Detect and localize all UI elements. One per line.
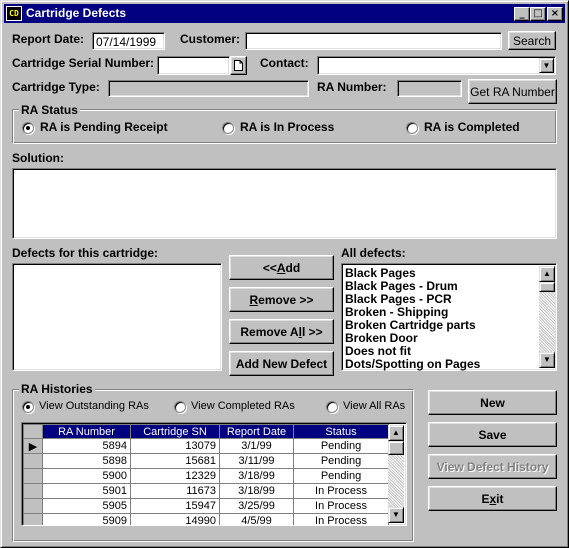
customer-label: Customer: bbox=[180, 32, 241, 46]
scroll-thumb[interactable] bbox=[388, 441, 404, 455]
radio-view-all[interactable] bbox=[326, 401, 338, 413]
row-selector[interactable] bbox=[23, 513, 43, 525]
all-defects-list[interactable]: Black Pages Black Pages - Drum Black Pag… bbox=[341, 263, 557, 371]
app-icon: CD bbox=[6, 6, 22, 21]
ra-history-scrollbar[interactable]: ▲ ▼ bbox=[388, 425, 404, 523]
document-icon bbox=[234, 60, 243, 71]
column-header[interactable]: RA Number bbox=[42, 424, 131, 439]
get-ra-number-button[interactable]: Get RA Number bbox=[468, 79, 557, 104]
scroll-down-icon[interactable]: ▼ bbox=[539, 352, 555, 368]
column-header[interactable]: Report Date bbox=[219, 424, 294, 439]
contact-label: Contact: bbox=[260, 56, 309, 70]
table-row[interactable]: 5901 11673 3/18/99 In Process bbox=[23, 483, 389, 499]
serial-field[interactable] bbox=[157, 56, 230, 75]
radio-in-process[interactable] bbox=[222, 122, 234, 134]
radio-completed[interactable] bbox=[406, 122, 418, 134]
table-row[interactable]: ▶ 5894 13079 3/1/99 Pending bbox=[23, 438, 389, 454]
report-date-field[interactable]: 07/14/1999 bbox=[92, 32, 165, 50]
radio-view-all-label[interactable]: View All RAs bbox=[343, 400, 405, 412]
serial-label: Cartridge Serial Number: bbox=[12, 56, 155, 70]
scroll-up-icon[interactable]: ▲ bbox=[388, 425, 404, 441]
ra-history-table: RA Number Cartridge SN Report Date Statu… bbox=[23, 424, 389, 525]
save-button[interactable]: Save bbox=[428, 422, 557, 447]
title-bar[interactable]: CD Cartridge Defects _ □ × bbox=[4, 4, 565, 23]
ra-number-label: RA Number: bbox=[317, 80, 387, 94]
table-row[interactable]: 5898 15681 3/11/99 Pending bbox=[23, 453, 389, 469]
new-button[interactable]: New bbox=[428, 390, 557, 415]
table-row[interactable]: 5909 14990 4/5/99 In Process bbox=[23, 513, 389, 525]
lookup-serial-button[interactable] bbox=[230, 56, 247, 75]
ra-histories-title: RA Histories bbox=[19, 382, 95, 396]
table-row[interactable]: 5900 12329 3/18/99 Pending bbox=[23, 468, 389, 484]
column-header[interactable]: Status bbox=[293, 424, 389, 439]
cartridge-defects-window: CD Cartridge Defects _ □ × Report Date: … bbox=[0, 0, 569, 548]
column-header[interactable]: Cartridge SN bbox=[130, 424, 220, 439]
view-defect-history-button[interactable]: View Defect History bbox=[428, 454, 557, 479]
add-new-defect-button[interactable]: Add New Defect bbox=[229, 351, 334, 376]
radio-pending-receipt-label[interactable]: RA is Pending Receipt bbox=[40, 120, 168, 134]
remove-all-defects-button[interactable]: Remove All >> bbox=[229, 319, 334, 344]
row-selector[interactable] bbox=[23, 483, 43, 499]
all-defects-scrollbar[interactable]: ▲ ▼ bbox=[539, 266, 555, 368]
radio-pending-receipt[interactable] bbox=[22, 122, 34, 134]
report-date-label: Report Date: bbox=[12, 32, 85, 46]
chevron-down-icon[interactable]: ▼ bbox=[539, 58, 554, 73]
row-pointer-icon[interactable]: ▶ bbox=[23, 438, 43, 454]
customer-field[interactable] bbox=[245, 32, 502, 50]
search-button[interactable]: Search bbox=[508, 31, 556, 50]
table-row[interactable]: 5905 15947 3/25/99 In Process bbox=[23, 498, 389, 514]
all-defects-label: All defects: bbox=[341, 246, 406, 260]
window-title: Cartridge Defects bbox=[26, 6, 127, 20]
minimize-button[interactable]: _ bbox=[514, 7, 530, 21]
row-selector-header bbox=[23, 424, 43, 439]
cartridge-type-field bbox=[108, 80, 309, 97]
row-selector[interactable] bbox=[23, 468, 43, 484]
current-defects-list[interactable] bbox=[12, 263, 222, 371]
maximize-button[interactable]: □ bbox=[530, 7, 546, 21]
solution-textarea[interactable] bbox=[12, 168, 557, 239]
radio-in-process-label[interactable]: RA is In Process bbox=[240, 120, 334, 134]
list-item[interactable]: Dots/Spotting on Pages bbox=[345, 358, 480, 371]
exit-button[interactable]: Ex it bbox=[428, 486, 557, 511]
ra-history-grid[interactable]: RA Number Cartridge SN Report Date Statu… bbox=[21, 422, 407, 526]
table-header-row: RA Number Cartridge SN Report Date Statu… bbox=[23, 424, 389, 439]
cartridge-type-label: Cartridge Type: bbox=[12, 80, 100, 94]
radio-view-completed-label[interactable]: View Completed RAs bbox=[191, 400, 295, 412]
radio-view-outstanding-label[interactable]: View Outstanding RAs bbox=[39, 400, 149, 412]
scroll-down-icon[interactable]: ▼ bbox=[388, 507, 404, 523]
radio-view-completed[interactable] bbox=[174, 401, 186, 413]
ra-status-title: RA Status bbox=[19, 103, 80, 117]
radio-view-outstanding[interactable] bbox=[22, 401, 34, 413]
row-selector[interactable] bbox=[23, 498, 43, 514]
radio-completed-label[interactable]: RA is Completed bbox=[424, 120, 520, 134]
current-defects-label: Defects for this cartridge: bbox=[12, 246, 159, 260]
row-selector[interactable] bbox=[23, 453, 43, 469]
remove-defect-button[interactable]: Remove >> bbox=[229, 287, 334, 312]
ra-number-field bbox=[397, 80, 462, 97]
add-defect-button[interactable]: << Add bbox=[229, 255, 334, 280]
report-date-value: 07/14/1999 bbox=[96, 35, 157, 49]
close-button[interactable]: × bbox=[547, 7, 563, 21]
solution-label: Solution: bbox=[12, 151, 64, 165]
scroll-up-icon[interactable]: ▲ bbox=[539, 266, 555, 282]
contact-dropdown[interactable]: ▼ bbox=[317, 56, 556, 75]
scroll-thumb[interactable] bbox=[539, 282, 555, 292]
